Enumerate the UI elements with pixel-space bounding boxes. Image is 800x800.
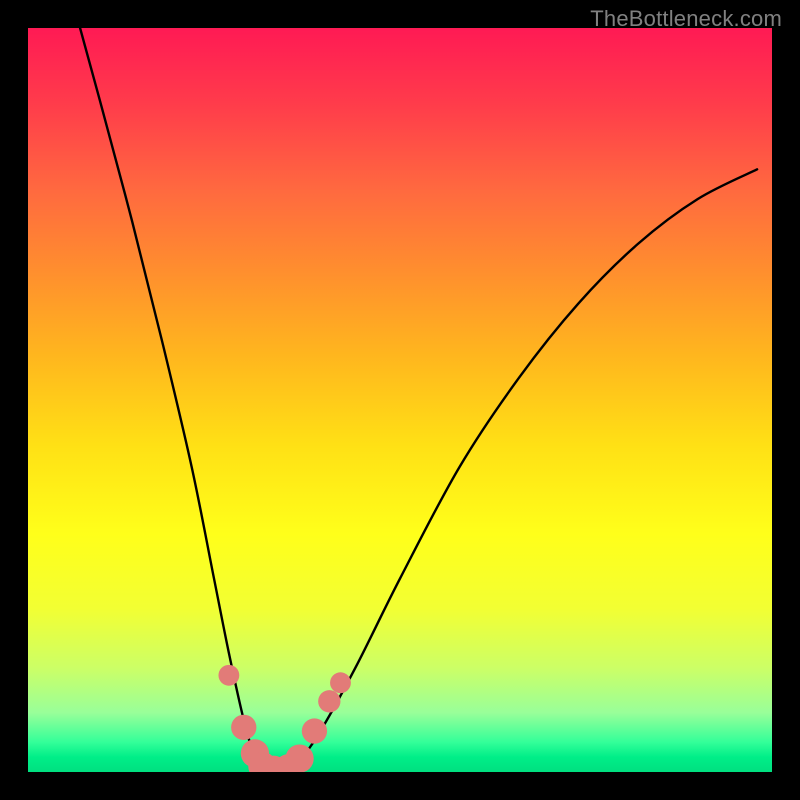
bottleneck-curve xyxy=(80,28,757,772)
chart-frame: TheBottleneck.com xyxy=(0,0,800,800)
marker-dot xyxy=(231,715,256,740)
marker-dot xyxy=(285,744,313,772)
marker-dot xyxy=(330,672,351,693)
marker-dot xyxy=(318,690,340,712)
marker-dot xyxy=(302,718,327,743)
plot-area xyxy=(28,28,772,772)
marker-dot xyxy=(218,665,239,686)
curve-markers xyxy=(218,665,350,772)
curve-layer xyxy=(28,28,772,772)
watermark-text: TheBottleneck.com xyxy=(590,6,782,32)
